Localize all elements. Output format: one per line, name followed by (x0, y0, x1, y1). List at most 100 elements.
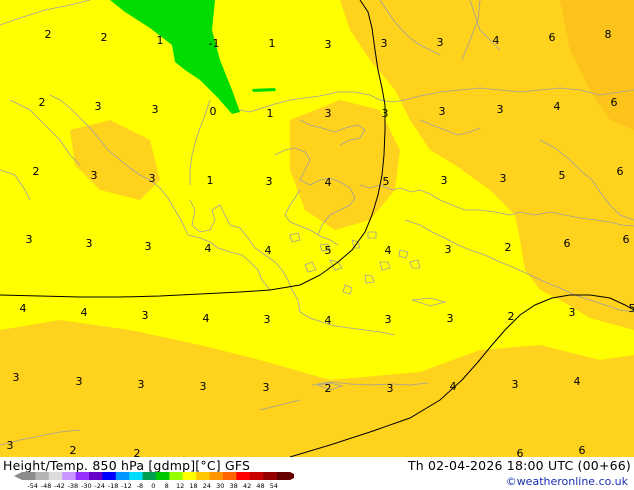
map-footer: Height/Temp. 850 hPa [gdmp][°C] GFS Th 0… (0, 457, 634, 490)
temperature-label: 3 (149, 172, 156, 185)
temperature-label: 4 (203, 312, 210, 325)
legend-tick-label: -12 (121, 482, 132, 490)
temperature-label: 4 (385, 244, 392, 257)
legend-cell (142, 472, 157, 480)
temperature-label: 3 (325, 38, 332, 51)
color-legend: -54 -48 -42 -38 -30 -24 -18 -12 -8 0 8 12 18 24 30 38 42… (14, 472, 294, 490)
temperature-label: 3 (381, 37, 388, 50)
legend-cell (223, 472, 237, 480)
temperature-label: 3 (447, 312, 454, 325)
legend-cell (62, 472, 76, 480)
temperature-label: 3 (138, 378, 145, 391)
legend-cell (263, 472, 277, 480)
legend-cell (22, 472, 36, 480)
color-legend-cells (14, 472, 294, 480)
legend-cell (102, 472, 117, 480)
temperature-label: 3 (263, 381, 270, 394)
temperature-label: 6 (611, 96, 618, 109)
temperature-label: 4 (554, 100, 561, 113)
temperature-label: 2 (33, 165, 40, 178)
legend-tick-label: 12 (176, 482, 184, 490)
legend-cell (115, 472, 130, 480)
temperature-label: 3 (437, 36, 444, 49)
map-title: Height/Temp. 850 hPa [gdmp][°C] GFS (3, 458, 251, 473)
temperature-label: 5 (559, 169, 566, 182)
temperature-label: 6 (617, 165, 624, 178)
legend-cell (182, 472, 197, 480)
legend-tick-label: 54 (270, 482, 278, 490)
temperature-label: 3 (497, 103, 504, 116)
temperature-label: 3 (91, 169, 98, 182)
temperature-label: 3 (500, 172, 507, 185)
temperature-label: 0 (210, 105, 217, 118)
legend-cell (196, 472, 210, 480)
temperature-label: 3 (569, 306, 576, 319)
temperature-label: 5 (629, 302, 634, 315)
credit-link[interactable]: ©weatheronline.co.uk (506, 475, 628, 488)
temperature-label: 3 (86, 237, 93, 250)
temperature-label: 2 (45, 28, 52, 41)
legend-tick-label: 0 (151, 482, 155, 490)
temperature-label: 2 (134, 447, 141, 457)
temperature-label: 6 (517, 447, 524, 457)
legend-cell (209, 472, 224, 480)
temperature-label: 3 (76, 375, 83, 388)
legend-cell (35, 472, 50, 480)
temperature-label: 3 (142, 309, 149, 322)
temperature-label: 4 (325, 176, 332, 189)
legend-cell (75, 472, 90, 480)
temperature-label: 3 (325, 107, 332, 120)
legend-arrow-right (290, 472, 294, 480)
legend-tick-label: -24 (94, 482, 105, 490)
temperature-label: 1 (269, 37, 276, 50)
temperature-label: 4 (493, 34, 500, 47)
temperature-label: 3 (13, 371, 20, 384)
temperature-label: 1 (157, 34, 164, 47)
temperature-label: 2 (70, 444, 77, 457)
temperature-label: -1 (209, 37, 220, 50)
temperature-label: 8 (605, 28, 612, 41)
temperature-label: 6 (549, 31, 556, 44)
legend-tick-label: -30 (81, 482, 92, 490)
legend-cell (169, 472, 184, 480)
temperature-label: 3 (385, 313, 392, 326)
legend-tick-label: 8 (165, 482, 169, 490)
legend-tick-label: 38 (230, 482, 238, 490)
legend-cell (276, 472, 291, 480)
legend-cell (89, 472, 103, 480)
map-timestamp: Th 02-04-2026 18:00 UTC (00+66) (407, 458, 631, 473)
temperature-label: 3 (152, 103, 159, 116)
temperature-label: 4 (20, 302, 27, 315)
legend-tick-label: 30 (216, 482, 224, 490)
temperature-label: 2 (101, 31, 108, 44)
temperature-label: 2 (325, 382, 332, 395)
legend-cell (249, 472, 264, 480)
temperature-label: 5 (383, 175, 390, 188)
temperature-label: 4 (205, 242, 212, 255)
weather-map: 2 2 1 -1 1 3 3 3 4 6 8 2 3 3 0 1 3 3 3 3 4 6 2 3 3 1 3 4 5 3 3 5 6 3 3 3 4 4 5… (0, 0, 634, 457)
legend-tick-label: -54 (27, 482, 38, 490)
legend-arrow-left (14, 472, 22, 480)
legend-cell (156, 472, 170, 480)
legend-tick-label: -18 (108, 482, 119, 490)
map-canvas: 2 2 1 -1 1 3 3 3 4 6 8 2 3 3 0 1 3 3 3 3 4 6 2 3 3 1 3 4 5 3 3 5 6 3 3 3 4 4 5… (0, 0, 634, 457)
temperature-label: 3 (266, 175, 273, 188)
temperature-label: 1 (267, 107, 274, 120)
legend-tick-label: -48 (41, 482, 52, 490)
temperature-label: 3 (95, 100, 102, 113)
temperature-label: 3 (200, 380, 207, 393)
temperature-label: 5 (325, 244, 332, 257)
temperature-label: 2 (39, 96, 46, 109)
temperature-label: 3 (145, 240, 152, 253)
legend-tick-label: 42 (243, 482, 251, 490)
temperature-label: 1 (207, 174, 214, 187)
legend-cell (236, 472, 251, 480)
temperature-label: 3 (445, 243, 452, 256)
temperature-label: 3 (382, 107, 389, 120)
temperature-label: 6 (564, 237, 571, 250)
legend-cell (129, 472, 143, 480)
temperature-label: 4 (574, 375, 581, 388)
temperature-label: 6 (579, 444, 586, 457)
legend-tick-label: 24 (203, 482, 211, 490)
temperature-label: 2 (508, 310, 515, 323)
